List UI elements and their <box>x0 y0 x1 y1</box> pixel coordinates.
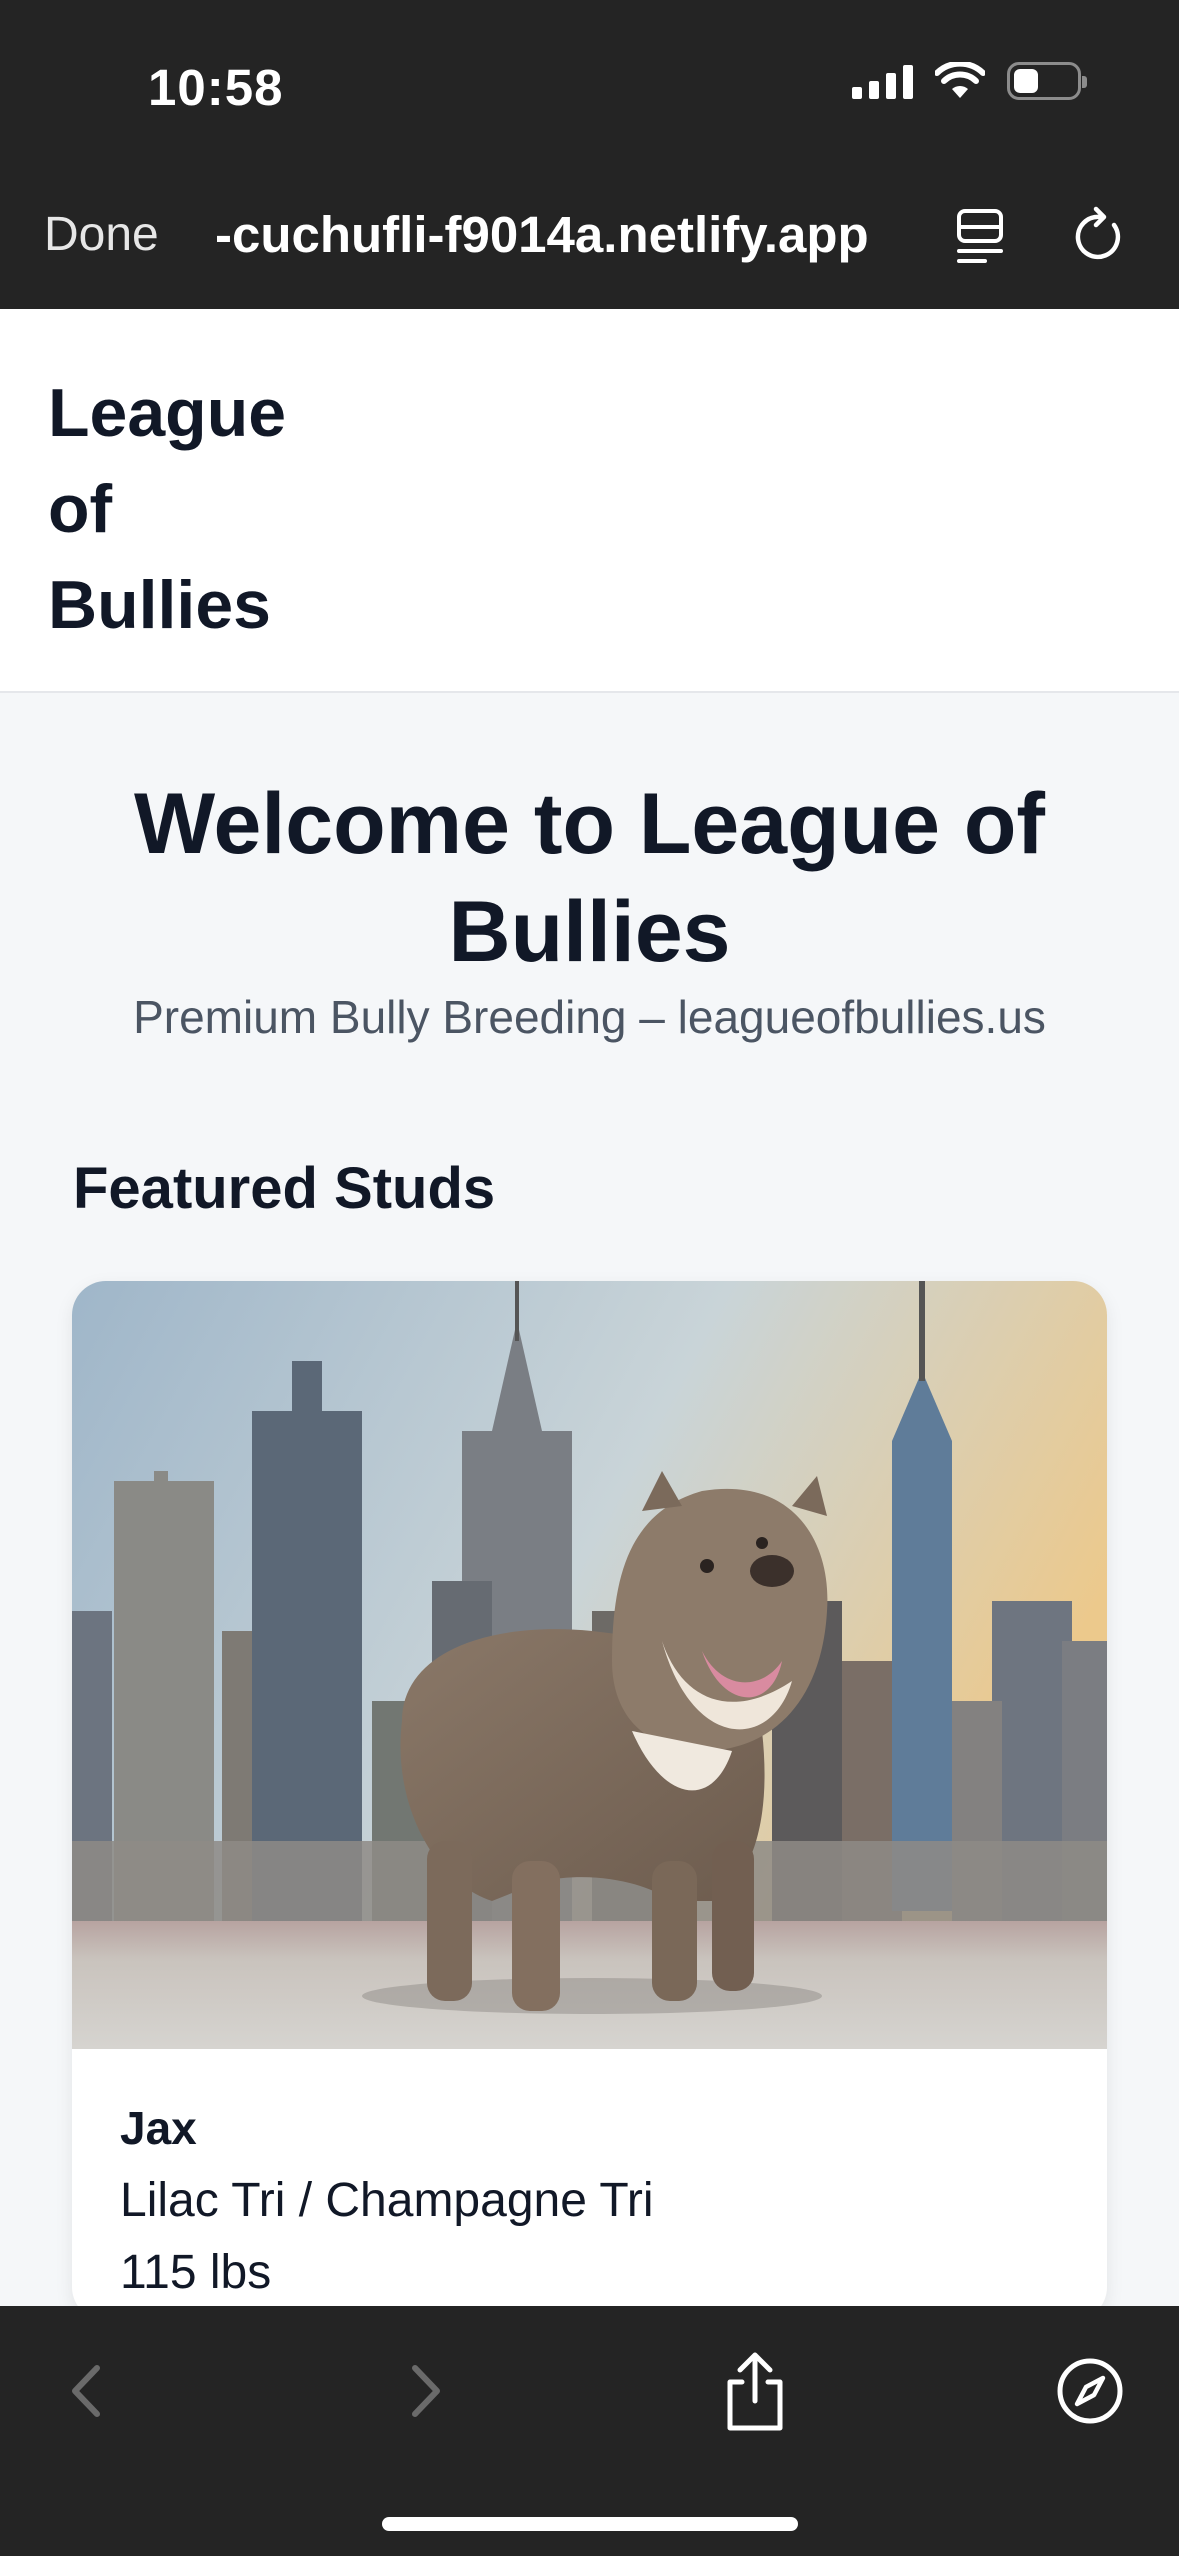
battery-icon <box>1007 62 1087 100</box>
stud-weight: 115 lbs <box>120 2246 272 2299</box>
done-button[interactable]: Done <box>44 207 159 262</box>
address-row: Done -cuchufli-f9014a.netlify.app <box>0 195 1179 275</box>
forward-icon[interactable] <box>380 2346 470 2436</box>
status-icons <box>852 62 1087 100</box>
hero-subtitle: Premium Bully Breeding – leagueofbullies… <box>133 991 1046 1043</box>
brand-line: of <box>48 471 113 547</box>
status-time: 10:58 <box>148 59 284 116</box>
reader-mode-icon[interactable] <box>955 205 1007 265</box>
share-icon[interactable] <box>710 2346 800 2436</box>
cellular-signal-icon <box>852 63 913 99</box>
url-field[interactable]: -cuchufli-f9014a.netlify.app <box>215 205 905 264</box>
site-logo-text[interactable]: League of Bullies <box>48 365 348 653</box>
hero-title: Welcome to League of Bullies <box>133 776 1046 980</box>
brand-line: League <box>48 375 287 451</box>
home-indicator[interactable] <box>382 2517 798 2531</box>
stud-name: Jax <box>120 2102 197 2154</box>
back-icon[interactable] <box>42 2346 132 2436</box>
stud-photo <box>72 1281 1107 2049</box>
featured-studs-heading: Featured Studs <box>73 1156 496 1221</box>
browser-top-chrome: 10:58 Done -cuchufli-f9014a.netlify.app <box>0 0 1179 309</box>
stud-card[interactable]: Jax Lilac Tri / Champagne Tri 115 lbs <box>72 1281 1107 2321</box>
wifi-icon <box>935 62 985 98</box>
stud-colors: Lilac Tri / Champagne Tri <box>120 2174 654 2227</box>
reload-icon[interactable] <box>1070 203 1130 267</box>
brand-line: Bullies <box>48 567 271 643</box>
compass-icon[interactable] <box>1045 2346 1135 2436</box>
site-header: League of Bullies <box>0 309 1179 693</box>
